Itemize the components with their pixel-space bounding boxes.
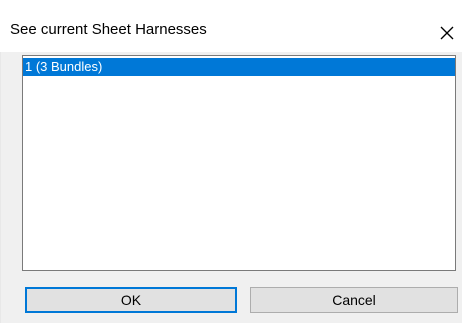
- cancel-button[interactable]: Cancel: [250, 287, 458, 313]
- harness-listbox[interactable]: 1 (3 Bundles): [22, 55, 456, 271]
- title-bar: See current Sheet Harnesses: [0, 0, 462, 52]
- dialog-title: See current Sheet Harnesses: [10, 21, 207, 38]
- window-edge: [0, 52, 1, 323]
- close-button[interactable]: [428, 14, 462, 48]
- harness-dialog: See current Sheet Harnesses 1 (3 Bundles…: [0, 0, 462, 323]
- close-icon: [440, 26, 454, 40]
- ok-button[interactable]: OK: [25, 287, 237, 313]
- list-item[interactable]: 1 (3 Bundles): [23, 58, 455, 76]
